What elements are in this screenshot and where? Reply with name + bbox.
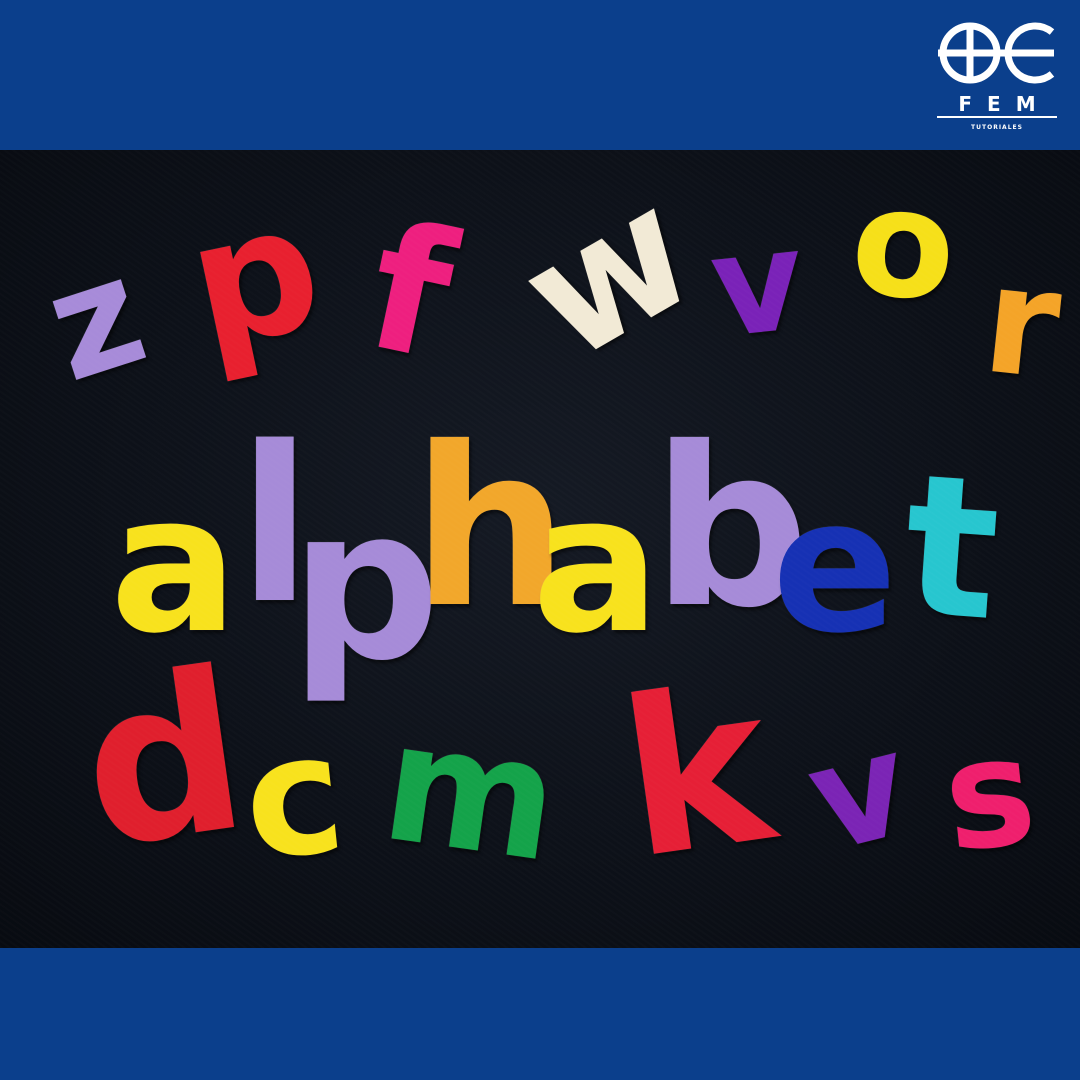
letter-t: t bbox=[897, 431, 1007, 664]
felt-letter-board: z p f w v o r a l p h a b e t d c m k v … bbox=[0, 150, 1080, 948]
letter-f: f bbox=[351, 185, 469, 400]
letter-r: r bbox=[976, 232, 1068, 414]
letter-e: e bbox=[772, 458, 898, 674]
letter-w: w bbox=[491, 150, 727, 401]
letter-d: d bbox=[67, 622, 260, 898]
letter-z: z bbox=[27, 223, 165, 417]
logo-brand: FEM bbox=[958, 92, 1051, 116]
letter-m: m bbox=[372, 684, 570, 900]
letter-v: v bbox=[792, 699, 926, 886]
letter-c: c bbox=[235, 696, 353, 898]
letter-v: v bbox=[703, 198, 812, 371]
letter-o: o bbox=[846, 154, 962, 336]
logo-tagline: TUTORIALES bbox=[971, 124, 1023, 131]
bottom-band bbox=[0, 948, 1080, 1080]
letter-a: a bbox=[532, 454, 661, 675]
fem-logo-icon bbox=[938, 22, 1055, 84]
top-band bbox=[0, 0, 1080, 150]
letter-s: s bbox=[936, 703, 1044, 887]
image-frame: FEM TUTORIALES z p f w v o r a l p h a b… bbox=[0, 0, 1080, 1080]
letter-p: p bbox=[172, 165, 338, 390]
fem-logo: FEM TUTORIALES bbox=[934, 20, 1060, 150]
logo-divider bbox=[937, 116, 1057, 118]
letter-k: k bbox=[608, 638, 785, 907]
